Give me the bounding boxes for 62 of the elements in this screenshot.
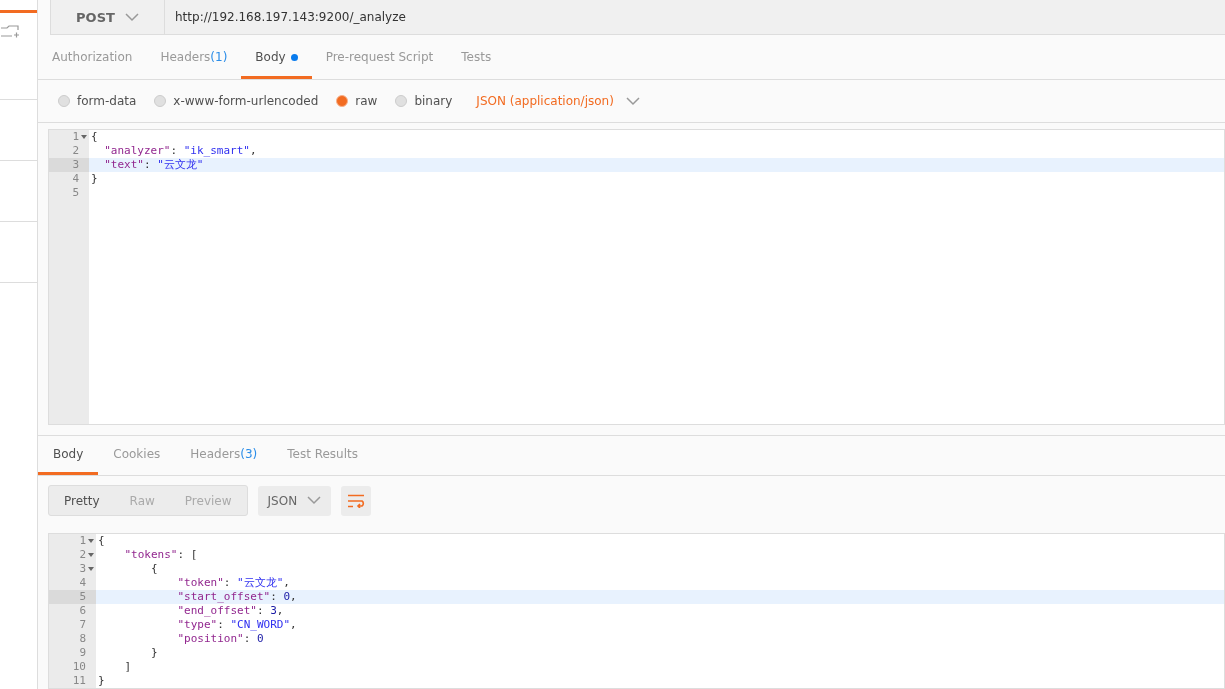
line-number: 10 [72,660,86,674]
code-line: "token": "云文龙", [176,576,290,590]
code-line: } [149,646,158,660]
code-line: "analyzer": "ik_smart", [103,144,257,159]
line-number: 2 [79,548,86,562]
format-dropdown[interactable]: JSON [257,485,332,516]
line-number: 6 [79,604,86,618]
code-line: { [97,534,105,548]
request-tab[interactable]: Authorization [38,38,147,80]
line-number: 1 [79,534,86,548]
body-type-radio[interactable]: form-data [58,94,137,109]
body-type-radio[interactable]: raw [336,94,378,109]
line-number: 8 [79,632,86,646]
radio-icon[interactable] [395,95,408,108]
fold-arrow-icon[interactable] [88,553,94,557]
code-line: "position": 0 [176,632,264,646]
wrap-lines-icon [347,493,366,508]
radio-icon[interactable] [58,95,70,108]
view-mode-button[interactable]: Pretty [49,486,115,516]
response-tab[interactable]: Headers(3) [175,435,273,476]
chevron-down-icon [307,496,322,506]
fold-arrow-icon[interactable] [88,539,94,543]
line-number: 4 [72,172,79,187]
response-tab[interactable]: Body [38,435,99,476]
line-number: 5 [72,186,79,201]
code-line: { [149,562,158,576]
code-line: "tokens": [ [123,548,198,562]
line-number: 9 [79,646,86,660]
line-number: 1 [72,130,79,145]
code-line: "text": "云文龙" [103,158,204,173]
request-tab[interactable]: Headers(1) [146,38,242,80]
line-number: 7 [79,618,86,632]
line-number: 2 [72,144,79,159]
request-tab[interactable]: Pre-request Script [311,38,448,80]
line-number: 3 [79,562,86,576]
fold-arrow-icon[interactable] [88,567,94,571]
body-type-radio[interactable]: binary [395,94,453,109]
code-line: "type": "CN_WORD", [176,618,297,632]
line-number: 11 [72,674,86,688]
code-line: "end_offset": 3, [176,604,284,618]
code-line: "start_offset": 0, [176,590,297,604]
wrap-lines-button[interactable] [341,485,372,516]
code-editor[interactable]: 1 { 2 "analyzer": "ik_smart", 3 "text": "云文龙" 4 } 5 [48,129,1225,425]
code-line: ] [123,660,132,674]
response-tab[interactable]: Test Results [272,435,373,476]
code-line: } [90,172,98,187]
line-number: 5 [79,590,86,604]
chevron-down-icon [625,96,640,106]
response-tab[interactable]: Cookies [98,435,176,476]
radio-icon[interactable] [336,95,349,108]
chevron-down-icon [124,12,139,22]
request-tab[interactable]: Body [241,38,312,80]
body-type-radio[interactable]: x-www-form-urlencoded [154,94,319,109]
radio-icon[interactable] [154,95,167,108]
request-tab[interactable]: Tests [447,38,506,80]
new-collection-icon[interactable] [0,23,20,39]
fold-arrow-icon[interactable] [81,135,87,140]
line-number: 3 [72,158,79,173]
code-line: } [97,674,105,688]
code-line: { [90,130,98,145]
content-type-dropdown[interactable]: JSON (application/json) [470,93,646,110]
line-number: 4 [79,576,86,590]
